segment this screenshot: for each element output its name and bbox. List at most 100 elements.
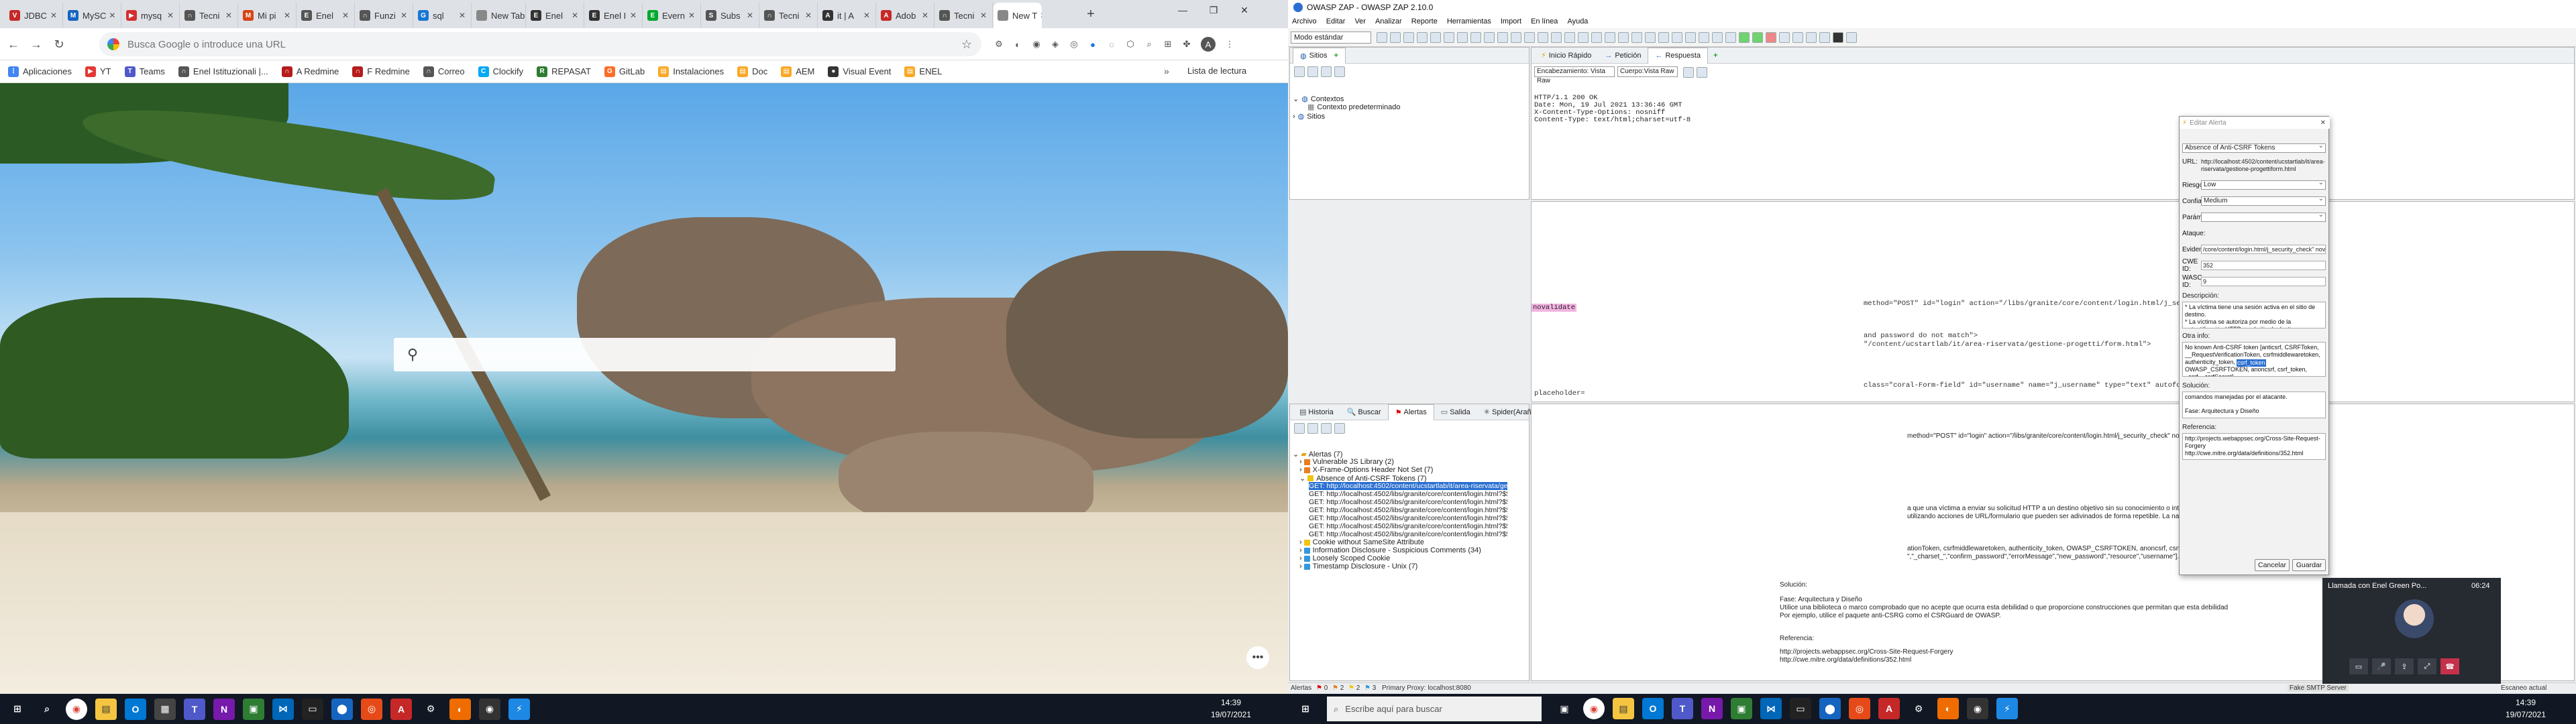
extension-6-icon[interactable]: ● — [1085, 37, 1100, 52]
share-screen-icon[interactable]: ⇪ — [2395, 658, 2414, 674]
wasc-spinner[interactable]: 9 — [2201, 277, 2326, 286]
tab-sites[interactable]: ◍ Sitios + — [1293, 47, 1346, 64]
sites-tool-icon[interactable] — [1294, 66, 1305, 77]
tab-salida[interactable]: ▭ Salida — [1434, 404, 1477, 420]
close-tab-icon[interactable]: ✕ — [919, 11, 928, 20]
extension-5-icon[interactable]: ◎ — [1067, 37, 1081, 52]
ntp-search-box[interactable]: ⚲ — [394, 338, 896, 371]
menu-item[interactable]: Editar — [1326, 17, 1346, 25]
alert-group[interactable]: › Cookie without SameSite Attribute — [1299, 538, 1424, 546]
close-tab-icon[interactable]: ✕ — [339, 11, 349, 20]
microphone-icon[interactable]: 🎤 — [2372, 658, 2391, 674]
alert-group[interactable]: › Loosely Scoped Cookie — [1299, 554, 1390, 562]
alert-request-row[interactable]: GET: http://localhost:4502/libs/granite/… — [1309, 490, 1507, 498]
confidence-select[interactable]: Medium — [2201, 196, 2326, 206]
browser-tab[interactable]: ∩ Tecni ✕ — [180, 3, 238, 28]
chrome-icon[interactable]: ◉ — [1583, 698, 1605, 719]
teams-icon[interactable]: T — [1672, 698, 1693, 719]
extension-4-icon[interactable]: ◈ — [1048, 37, 1063, 52]
toolbar-layout-icon[interactable] — [1484, 32, 1495, 43]
toolbar-layout-icon[interactable] — [1444, 32, 1454, 43]
toolbar-layout-icon[interactable] — [1470, 32, 1481, 43]
alert-request-row[interactable]: GET: http://localhost:4502/libs/granite/… — [1309, 506, 1507, 514]
toolbar-layout-icon[interactable] — [1551, 32, 1562, 43]
close-icon[interactable]: ✕ — [2320, 119, 2326, 127]
toolbar-layout-icon[interactable] — [1658, 32, 1669, 43]
bookmark-item[interactable]: ● Visual Event — [828, 66, 891, 77]
profile-avatar[interactable]: A — [1201, 37, 1216, 52]
maps-icon[interactable]: ⬤ — [331, 698, 353, 720]
alerts-tool-icon[interactable] — [1294, 423, 1305, 434]
zap-taskbar-icon[interactable]: ⚡ — [508, 698, 530, 720]
toolbar-layout-icon[interactable] — [1631, 32, 1642, 43]
body-view-select[interactable]: Cuerpo:Vista Raw — [1617, 66, 1678, 77]
reading-list-button[interactable]: Lista de lectura — [1187, 66, 1246, 76]
toolbar-layout-icon[interactable] — [1524, 32, 1535, 43]
detail-ref-link[interactable]: http://cwe.mitre.org/data/definitions/35… — [1780, 656, 1953, 664]
edit-alert-icon[interactable] — [1321, 423, 1332, 434]
windows-start-icon[interactable]: ⊞ — [7, 699, 28, 720]
browser-tab[interactable]: Ait | A ✕ — [818, 3, 876, 28]
settings-icon[interactable]: ⚙ — [420, 699, 441, 720]
app-icon[interactable]: ◐ — [1937, 698, 1959, 719]
settings-icon[interactable]: ⚙ — [1908, 698, 1929, 719]
add-tab-icon[interactable]: + — [1713, 52, 1717, 60]
bookmark-item[interactable]: R REPASAT — [537, 66, 591, 77]
reload-button[interactable]: ↻ — [50, 35, 68, 54]
extension-2-icon[interactable]: ◐ — [1010, 37, 1025, 52]
bookmark-item[interactable]: ∩ Correo — [423, 66, 465, 77]
app-icon[interactable]: ▦ — [154, 698, 176, 720]
acrobat-icon[interactable]: A — [1878, 698, 1900, 719]
bookmarks-overflow-button[interactable]: » — [1164, 66, 1169, 76]
close-tab-icon[interactable]: ✕ — [569, 11, 578, 20]
terminal-icon[interactable]: ▭ — [1790, 698, 1811, 719]
description-textarea[interactable]: * La víctima tiene una sesión activa en … — [2182, 302, 2326, 328]
windows-start-icon[interactable]: ⊞ — [1295, 699, 1316, 720]
hang-up-icon[interactable]: ☎ — [2440, 658, 2459, 674]
bookmark-item[interactable]: ▶ YT — [85, 66, 111, 77]
menu-item[interactable]: Archivo — [1292, 17, 1317, 25]
outlook-icon[interactable]: O — [125, 698, 146, 720]
camera-icon[interactable]: ▭ — [2349, 658, 2368, 674]
postman-icon[interactable]: ◎ — [361, 698, 382, 720]
param-select[interactable] — [2201, 213, 2326, 222]
task-view-icon[interactable]: ▣ — [1554, 698, 1575, 719]
extension-3-icon[interactable]: ◉ — [1029, 37, 1044, 52]
forward-button[interactable]: → — [27, 35, 46, 54]
menu-item[interactable]: En línea — [1531, 17, 1558, 25]
alert-request-row[interactable]: GET: http://localhost:4502/libs/granite/… — [1309, 514, 1507, 522]
menu-kebab-icon[interactable]: ⋮ — [1222, 37, 1237, 52]
sites-tool-icon[interactable] — [1334, 66, 1345, 77]
vscode-icon[interactable]: ⋈ — [272, 698, 294, 720]
back-button[interactable]: ← — [4, 35, 23, 54]
tab-buscar[interactable]: 🔍 Buscar — [1340, 404, 1388, 420]
browser-tab[interactable]: S Subs ✕ — [702, 3, 759, 28]
chrome-icon[interactable]: ◉ — [66, 698, 87, 720]
close-tab-icon[interactable]: ✕ — [106, 11, 115, 20]
tab-quick-start[interactable]: ⚡ Inicio Rápido — [1534, 48, 1598, 64]
browser-tab[interactable]: M Mi pi ✕ — [239, 3, 297, 28]
browser-tab[interactable]: M MySC ✕ — [64, 3, 121, 28]
cwe-spinner[interactable]: 352 — [2201, 261, 2326, 270]
toolbar-save-icon[interactable] — [1403, 32, 1414, 43]
bookmark-item[interactable]: G GitLab — [604, 66, 645, 77]
toolbar-layout-icon[interactable] — [1645, 32, 1656, 43]
browser-tab[interactable]: New T✕ — [994, 3, 1042, 28]
extension-1-icon[interactable]: ⚙ — [991, 37, 1006, 52]
toolbar-icon[interactable] — [1846, 32, 1857, 43]
alert-request-row[interactable]: GET: http://localhost:4502/libs/granite/… — [1309, 530, 1507, 538]
close-tab-icon[interactable]: ✕ — [627, 11, 637, 20]
toolbar-layout-icon[interactable] — [1725, 32, 1736, 43]
risk-select[interactable]: Low — [2201, 180, 2326, 190]
alert-group[interactable]: › Vulnerable JS Library (2) — [1299, 458, 1394, 466]
close-tab-icon[interactable]: ✕ — [456, 11, 466, 20]
zap-taskbar-icon[interactable]: ⚡ — [1996, 698, 2018, 719]
layout-icon[interactable] — [1683, 67, 1694, 78]
browser-tab[interactable]: ∩ Tecni ✕ — [760, 3, 818, 28]
menu-item[interactable]: Analizar — [1375, 17, 1402, 25]
app-icon[interactable]: ▣ — [243, 698, 264, 720]
other-info-textarea[interactable]: No known Anti-CSRF token [anticsrf, CSRF… — [2182, 342, 2326, 377]
toolbar-icon[interactable] — [1806, 32, 1817, 43]
toolbar-layout-icon[interactable] — [1618, 32, 1629, 43]
close-tab-icon[interactable]: ✕ — [164, 11, 174, 20]
